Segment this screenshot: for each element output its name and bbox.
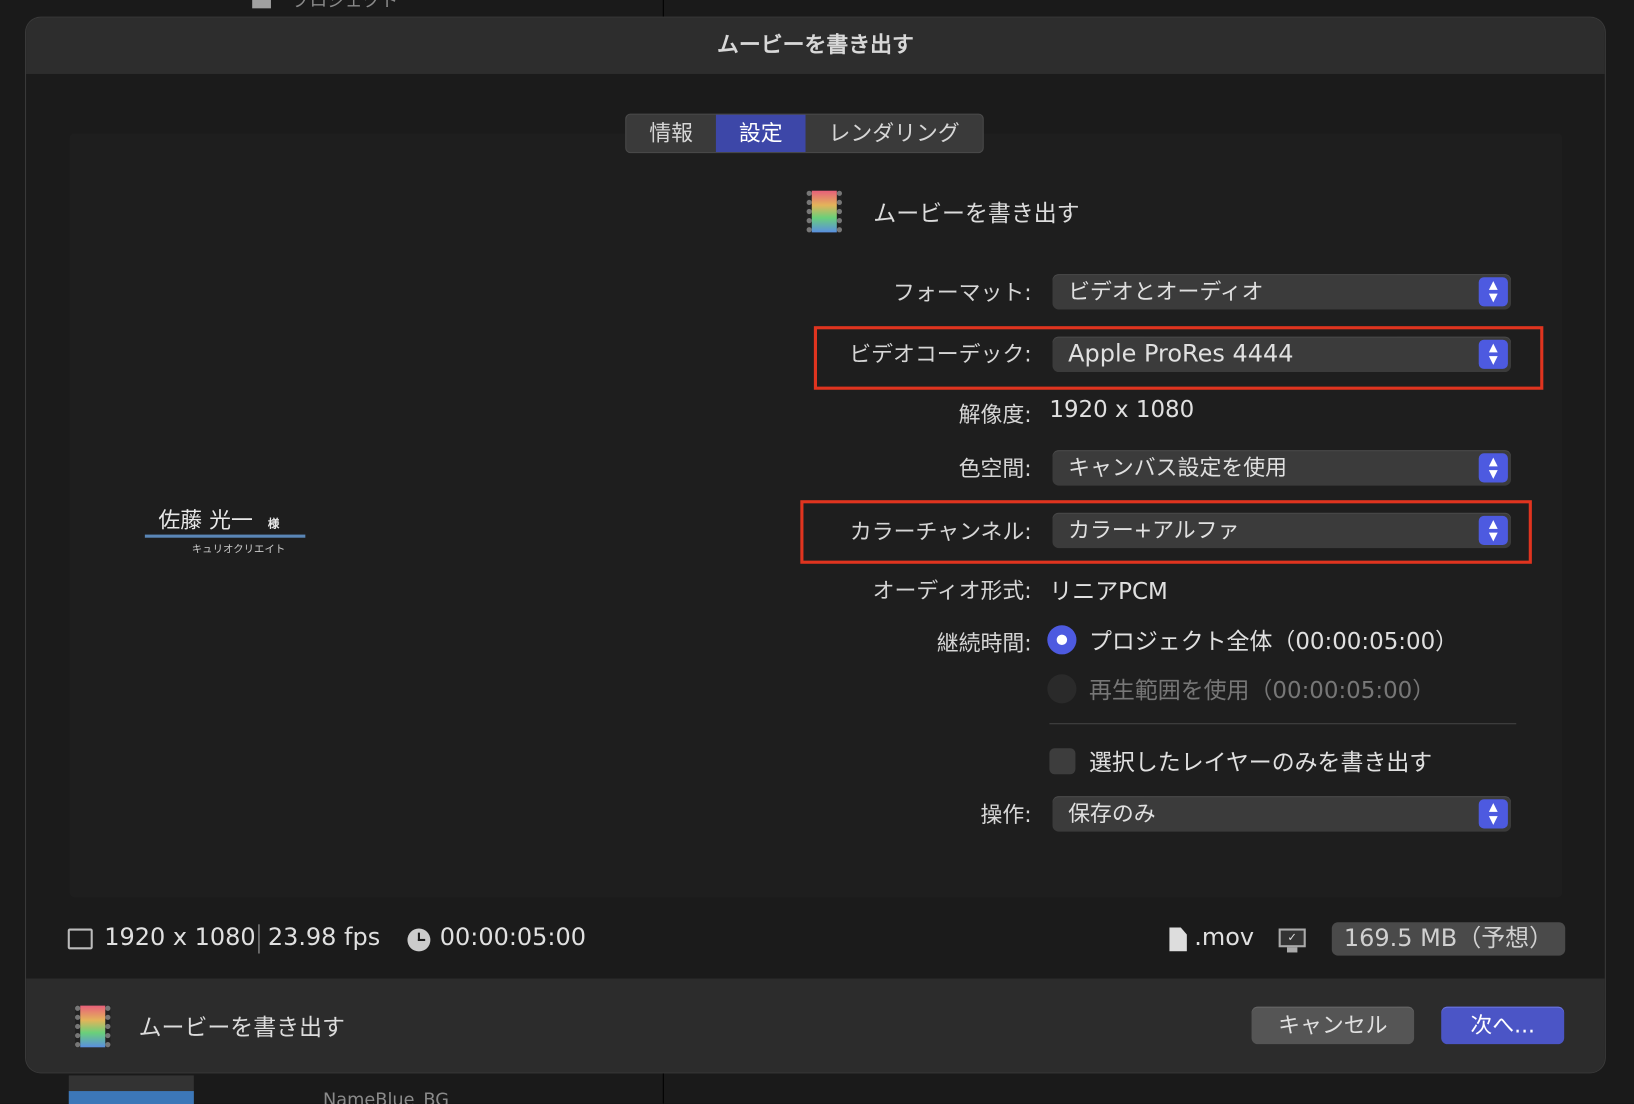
preview-thumbnail: 佐藤 光一 様 キュリオクリエイト xyxy=(144,501,308,556)
duration-whole-project-radio[interactable]: プロジェクト全体（00:00:05:00） xyxy=(1047,623,1458,656)
dialog-footer: ムービーを書き出す キャンセル 次へ... xyxy=(26,978,1605,1073)
tab-settings[interactable]: 設定 xyxy=(715,114,806,153)
audio-format-value: リニアPCM xyxy=(1049,579,1168,606)
file-icon xyxy=(1169,927,1187,952)
action-label: 操作: xyxy=(980,802,1032,828)
color-channels-label: カラーチャンネル: xyxy=(849,518,1032,544)
color-channels-value: カラー+アルファ xyxy=(1068,517,1240,543)
chevron-updown-icon: ▲ ▼ xyxy=(1478,339,1508,369)
background-top-icon xyxy=(252,0,271,9)
separator xyxy=(1049,723,1517,725)
summary-resolution: 1920 x 1080 xyxy=(104,924,256,952)
preview-underline xyxy=(144,534,306,538)
action-popup[interactable]: 保存のみ ▲ ▼ xyxy=(1052,796,1512,832)
clock-icon xyxy=(407,928,431,952)
chevron-updown-icon: ▲ ▼ xyxy=(1478,515,1508,546)
tab-info[interactable]: 情報 xyxy=(626,115,716,153)
resolution-icon xyxy=(67,928,93,950)
codec-value: Apple ProRes 4444 xyxy=(1068,340,1294,368)
summary-fps: 23.98 fps xyxy=(267,924,381,952)
radio-selected-icon xyxy=(1047,625,1077,655)
color-channels-popup[interactable]: カラー+アルファ ▲ ▼ xyxy=(1052,512,1512,549)
tab-bar: 情報 設定 レンダリング xyxy=(625,113,984,154)
format-value: ビデオとオーディオ xyxy=(1068,279,1264,305)
selected-layers-checkbox[interactable]: 選択したレイヤーのみを書き出す xyxy=(1049,744,1432,777)
background-layer-item: NameBlue_BG xyxy=(323,1090,449,1104)
preview-name: 佐藤 光一 xyxy=(158,507,253,533)
export-movie-dialog: ムービーを書き出す 情報 設定 レンダリング 佐藤 光一 様 キュリオクリエイト… xyxy=(26,17,1605,1073)
next-button[interactable]: 次へ... xyxy=(1441,1006,1565,1045)
background-project-item: プロジェクト xyxy=(291,0,399,12)
selected-layers-label: 選択したレイヤーのみを書き出す xyxy=(1088,750,1433,777)
chevron-updown-icon: ▲ ▼ xyxy=(1478,453,1508,483)
display-stand xyxy=(1286,947,1298,953)
preview-company: キュリオクリエイト xyxy=(191,543,286,556)
film-icon xyxy=(806,190,843,233)
tab-rendering[interactable]: レンダリング xyxy=(806,115,983,153)
summary-size-badge: 169.5 MB（予想） xyxy=(1331,922,1566,956)
color-space-popup[interactable]: キャンバス設定を使用 ▲ ▼ xyxy=(1052,450,1512,486)
preview-honorific: 様 xyxy=(267,516,280,531)
background-thumbnail xyxy=(68,1075,194,1104)
resolution-value: 1920 x 1080 xyxy=(1049,397,1195,424)
cancel-button[interactable]: キャンセル xyxy=(1251,1006,1415,1045)
chevron-updown-icon: ▲ ▼ xyxy=(1478,277,1508,307)
dialog-title: ムービーを書き出す xyxy=(26,17,1605,74)
format-label: フォーマット: xyxy=(892,280,1032,306)
footer-label: ムービーを書き出す xyxy=(138,1014,345,1042)
display-check-icon[interactable]: ✓ xyxy=(1278,928,1306,948)
action-value: 保存のみ xyxy=(1068,801,1156,827)
settings-header: ムービーを書き出す xyxy=(873,201,1080,228)
summary-extension: .mov xyxy=(1194,924,1255,952)
chevron-updown-icon: ▲ ▼ xyxy=(1478,799,1508,829)
format-popup[interactable]: ビデオとオーディオ ▲ ▼ xyxy=(1052,274,1512,310)
resolution-label: 解像度: xyxy=(958,402,1032,428)
duration-play-range-label: 再生範囲を使用（00:00:05:00） xyxy=(1088,678,1436,705)
summary-divider xyxy=(258,924,260,954)
codec-label: ビデオコーデック: xyxy=(849,341,1032,367)
film-icon xyxy=(75,1005,111,1048)
summary-duration: 00:00:05:00 xyxy=(439,924,586,952)
color-space-value: キャンバス設定を使用 xyxy=(1068,455,1287,481)
duration-play-range-radio[interactable]: 再生範囲を使用（00:00:05:00） xyxy=(1047,672,1435,705)
audio-format-label: オーディオ形式: xyxy=(872,578,1032,604)
checkbox-icon xyxy=(1049,747,1076,774)
radio-unselected-icon xyxy=(1047,674,1077,704)
duration-whole-project-label: プロジェクト全体（00:00:05:00） xyxy=(1088,629,1459,656)
duration-label: 継続時間: xyxy=(936,630,1032,656)
codec-popup[interactable]: Apple ProRes 4444 ▲ ▼ xyxy=(1052,336,1512,373)
color-space-label: 色空間: xyxy=(958,456,1032,482)
